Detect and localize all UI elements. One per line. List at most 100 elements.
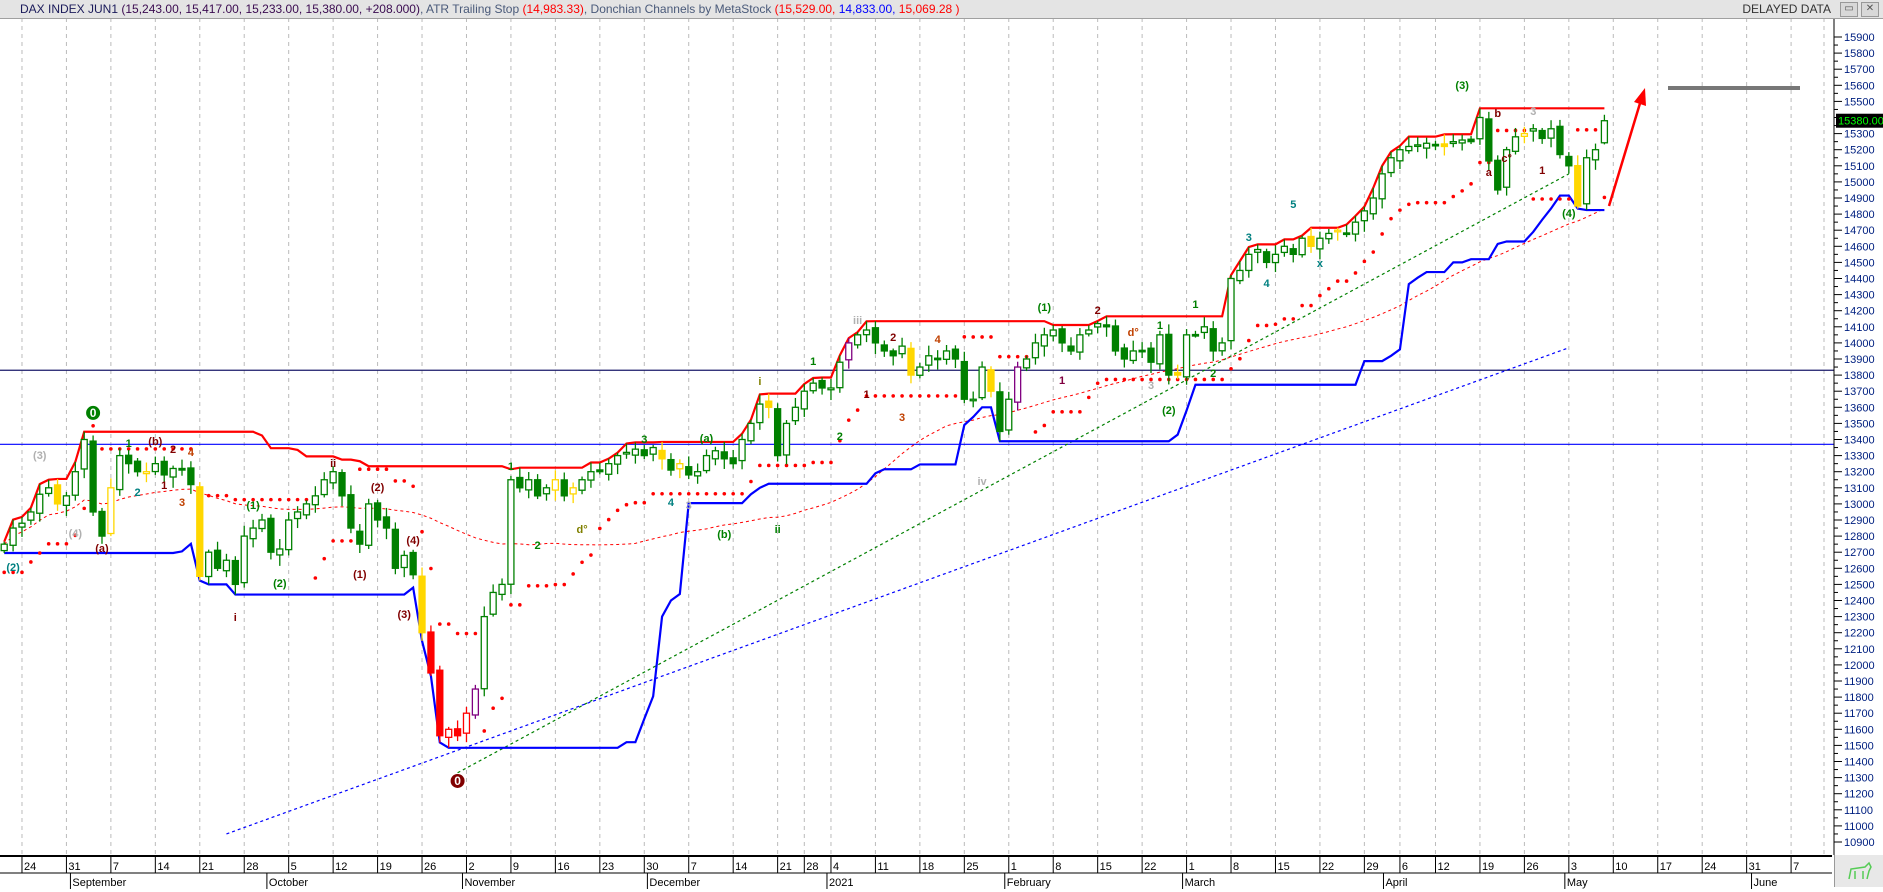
- candle: [320, 472, 328, 498]
- candle-body: [498, 583, 506, 596]
- candle-body: [1369, 197, 1377, 215]
- wave-label-text: (b): [717, 529, 731, 541]
- candle-body: [1147, 347, 1155, 363]
- atr-stop-dot: [846, 418, 851, 422]
- wave-label: 2: [134, 487, 140, 499]
- candle-body: [125, 454, 133, 465]
- y-tick-label: 14400: [1844, 274, 1875, 286]
- candle-body: [71, 471, 79, 496]
- wave-label: iv: [978, 476, 988, 488]
- candle-body: [1387, 157, 1395, 174]
- atr-stop-dot: [180, 447, 184, 451]
- candle-body: [133, 460, 142, 473]
- atr-stop-dot: [1006, 354, 1011, 359]
- candle-body: [871, 327, 880, 344]
- wave-label: 3: [1246, 232, 1252, 244]
- candle-body: [1422, 142, 1431, 149]
- candle: [1289, 243, 1297, 263]
- wave-label-text: iii: [853, 315, 862, 327]
- y-tick-label: 11100: [1844, 805, 1873, 817]
- candle: [18, 516, 26, 537]
- trendlines[interactable]: [226, 173, 1570, 835]
- last-price-tag: 15380.00: [1836, 113, 1883, 128]
- wave-label-text: i: [234, 612, 237, 624]
- candle-body: [160, 460, 168, 476]
- price-chart[interactable]: (2)(3)(4)0(a)12(b)1234i(1)(2)ii(1)(2)(3)…: [0, 0, 1883, 887]
- x-tick-label: 8: [1233, 861, 1239, 873]
- candle-body: [356, 530, 364, 545]
- candle-body: [240, 535, 248, 584]
- month-label: June: [1754, 877, 1778, 889]
- candle-body: [1440, 143, 1449, 148]
- candle: [89, 435, 97, 516]
- candle: [516, 467, 524, 493]
- wave-label-text: c°: [1501, 153, 1512, 165]
- wave-label: i: [234, 612, 237, 624]
- atr-stop-dot: [1069, 410, 1073, 414]
- atr-stop-dot: [704, 491, 709, 496]
- candle-body: [1494, 159, 1502, 191]
- atr-stop-dot: [713, 491, 718, 496]
- gray-target-bar[interactable]: [1668, 86, 1800, 90]
- atr-stop-dot: [1051, 410, 1056, 414]
- candle: [1005, 391, 1013, 435]
- atr-stop-dot: [535, 583, 540, 588]
- y-tick-label: 15100: [1844, 161, 1875, 173]
- atr-stop-dot: [206, 493, 211, 498]
- x-tick-label: 31: [68, 861, 80, 873]
- candle-body: [1467, 138, 1475, 143]
- x-tick-label: 8: [1055, 861, 1061, 873]
- ohlc-values: (15,243.00, 15,417.00, 15,233.00, 15,380…: [121, 2, 420, 16]
- restore-button[interactable]: ▭: [1840, 2, 1858, 17]
- atr-stop-dot: [731, 491, 735, 496]
- horizontal-levels[interactable]: [0, 369, 1834, 445]
- atr-stop-dot: [909, 394, 913, 398]
- candle-body: [178, 467, 186, 471]
- wave-label: c°: [1501, 153, 1512, 165]
- atr-stop-dot: [1015, 354, 1020, 359]
- atr-stop-dot: [562, 582, 567, 587]
- x-axis[interactable]: 24 31 7 14 21 28 5 12 19 26 2 9 16 23 30 7 14 21 28 4 11 18 25…: [0, 855, 1832, 889]
- x-tick-label: 6: [1402, 861, 1408, 873]
- atr-stop-dot: [758, 463, 762, 468]
- wave-label: a: [1486, 167, 1493, 179]
- x-tick-label: 22: [1144, 861, 1156, 873]
- candle: [222, 553, 231, 578]
- candle-body: [427, 631, 435, 674]
- atr-stop-dot: [1273, 322, 1278, 327]
- wave-label-text: 3: [179, 497, 185, 509]
- red-arrow-line[interactable]: [1607, 99, 1643, 207]
- wave-label: d°: [1128, 327, 1139, 339]
- candle: [827, 378, 835, 401]
- candle: [791, 397, 800, 426]
- wave-label-text: iv: [978, 476, 988, 488]
- wave-label-text: (b): [148, 436, 162, 448]
- atr-stop-dot: [740, 491, 744, 496]
- x-tick-label: 2: [468, 861, 474, 873]
- y-axis[interactable]: 10900 11000 11100 11200 11300 11400 11500 11600…: [1833, 18, 1875, 855]
- red-arrow-head-icon: [1634, 88, 1646, 106]
- candle: [1529, 124, 1537, 142]
- atr-stop-dot: [989, 335, 993, 339]
- candle: [640, 445, 648, 459]
- candle: [160, 456, 168, 483]
- wave-label-text: 1: [1059, 375, 1065, 387]
- candle-body: [1191, 333, 1200, 337]
- candle: [1129, 340, 1137, 364]
- atr-stop-dot: [46, 542, 51, 546]
- close-button[interactable]: ✕: [1861, 2, 1879, 17]
- y-tick-label: 14500: [1844, 257, 1875, 269]
- drawn-annotations[interactable]: [1607, 86, 1800, 207]
- trendline-blue[interactable]: [226, 347, 1570, 835]
- y-tick-label: 14800: [1844, 209, 1875, 221]
- wave-label: 0: [86, 405, 101, 420]
- candle: [205, 549, 213, 585]
- wave-label-text: (4): [406, 535, 420, 547]
- atr-stop-dot: [766, 463, 771, 468]
- trendline-green[interactable]: [457, 173, 1570, 774]
- wave-label: (4): [1562, 208, 1576, 220]
- candle-body: [1556, 125, 1564, 156]
- wave-label: (b): [717, 529, 731, 541]
- atr-stop-dot: [962, 335, 967, 339]
- candle-body: [756, 403, 764, 424]
